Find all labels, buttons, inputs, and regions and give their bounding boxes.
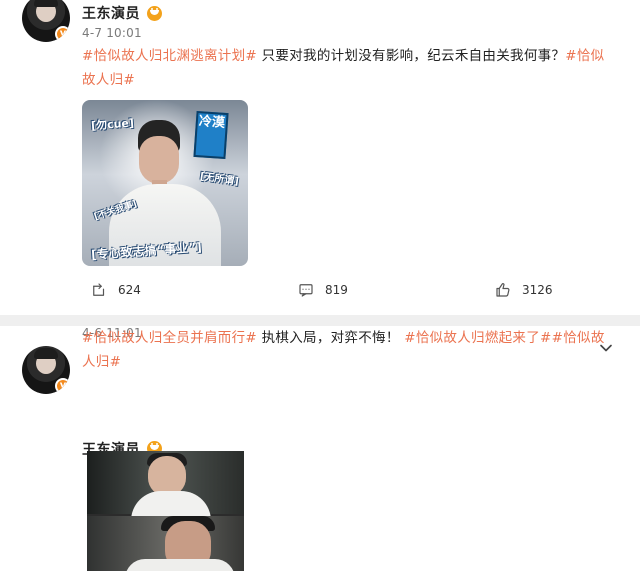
comment-button[interactable]: 819 xyxy=(297,281,348,299)
post-text: #恰似故人归北渊逃离计划# 只要对我的计划没有影响，纪云禾自由关我何事？#恰似故… xyxy=(82,44,617,92)
post-body-text: 执棋入局，对弈不悔！ xyxy=(257,330,405,346)
repost-button[interactable]: 624 xyxy=(90,281,141,299)
thumb-up-icon xyxy=(496,283,510,297)
author-header: 王东演员 xyxy=(82,3,162,23)
repost-count: 624 xyxy=(118,283,141,297)
author-avatar[interactable]: v xyxy=(22,0,70,42)
meme-image[interactable]: [勿cue] 冷漠 [无所谓] [不关我事] [专心致志搞“事业”] xyxy=(82,100,248,266)
weibo-feed: v 王东演员 4-7 10:01 #恰似故人归北渊逃离计划# 只要对我的计划没有… xyxy=(0,0,640,571)
like-count: 3126 xyxy=(522,283,553,297)
drama-stills-image[interactable] xyxy=(87,451,244,571)
chevron-down-icon xyxy=(600,344,612,352)
post-body-text: 只要对我的计划没有影响，纪云禾自由关我何事？ xyxy=(257,48,566,64)
meme-label-cue: [勿cue] xyxy=(90,116,135,133)
verified-badge-icon: v xyxy=(55,26,70,42)
post-time[interactable]: 4-7 10:01 xyxy=(82,26,142,40)
like-button[interactable]: 3126 xyxy=(494,281,553,299)
verified-badge-icon: v xyxy=(55,378,70,394)
repost-icon xyxy=(93,283,105,296)
meme-label-cold: 冷漠 xyxy=(193,110,229,160)
post-actions: 624 819 3126 xyxy=(0,281,640,309)
member-face-icon xyxy=(147,5,162,21)
post-menu-button[interactable] xyxy=(596,338,616,358)
author-name[interactable]: 王东演员 xyxy=(82,3,140,23)
comment-icon xyxy=(299,284,313,297)
author-avatar[interactable]: v xyxy=(22,346,70,394)
actor-face xyxy=(148,456,186,496)
hashtag-link[interactable]: #恰似故人归北渊逃离计划# xyxy=(82,48,257,64)
hashtag-link[interactable]: #恰似故人归全员并肩而行# xyxy=(82,330,257,346)
post-card: v 王东演员 4-7 10:01 #恰似故人归北渊逃离计划# 只要对我的计划没有… xyxy=(0,0,640,315)
comment-count: 819 xyxy=(325,283,348,297)
portrait-face xyxy=(139,136,179,184)
actor-robe xyxy=(125,559,235,571)
